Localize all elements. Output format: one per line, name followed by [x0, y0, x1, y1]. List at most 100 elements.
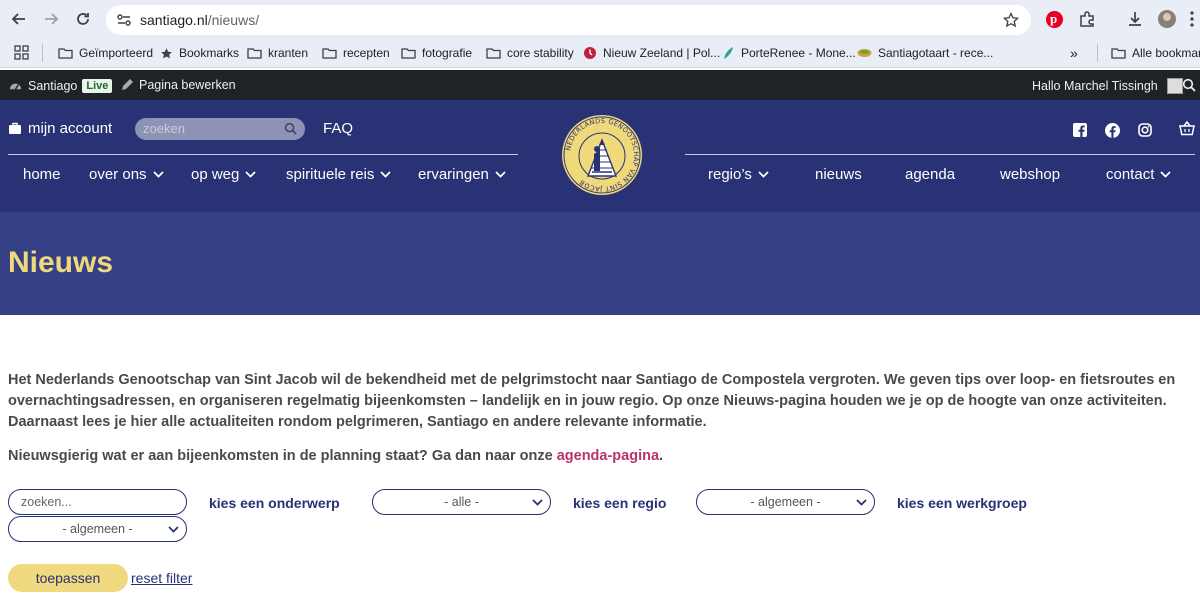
intro-line: overnachtingsadressen, en organiseren re…	[8, 393, 1167, 409]
chevron-down-icon	[380, 171, 392, 178]
divider	[685, 154, 1195, 155]
bookmark-label: core stability	[507, 46, 574, 60]
bookmark-link[interactable]: Nieuw Zeeland | Pol...	[583, 44, 720, 62]
agenda-paragraph: Nieuwsgierig wat er aan bijeenkomsten in…	[8, 448, 664, 464]
nav-home[interactable]: home	[23, 166, 61, 183]
page-hero: Nieuws	[0, 212, 1200, 315]
reload-icon[interactable]	[72, 8, 94, 30]
folder-icon	[58, 48, 73, 59]
bookmarks-overflow-button[interactable]: »	[1070, 44, 1078, 62]
nav-agenda[interactable]: agenda	[905, 166, 955, 183]
folder-icon	[401, 48, 416, 59]
address-bar[interactable]: santiago.nl/nieuws/	[106, 5, 1031, 35]
profile-avatar[interactable]	[1158, 10, 1176, 28]
page-title: Nieuws	[8, 246, 114, 279]
search-icon[interactable]	[1182, 78, 1196, 92]
bookmark-label: kranten	[268, 46, 309, 60]
bookmark-folder[interactable]: Bookmarks	[160, 44, 239, 62]
nav-contact[interactable]: contact	[1106, 166, 1172, 183]
bookmark-folder[interactable]: fotografie	[401, 44, 472, 62]
workgroup-select[interactable]: - algemeen -	[8, 516, 187, 542]
chevron-down-icon	[152, 171, 164, 178]
live-badge: Live	[82, 78, 113, 93]
workgroup-filter-label: kies een werkgroep	[897, 495, 1027, 511]
region-select[interactable]: - algemeen -	[696, 489, 875, 515]
chevron-down-icon	[1160, 171, 1172, 178]
forward-arrow-icon[interactable]	[40, 8, 62, 30]
bookmark-label: fotografie	[422, 46, 473, 60]
bookmark-label: Geïmporteerd	[79, 46, 154, 60]
folder-icon	[322, 48, 337, 59]
site-settings-icon[interactable]	[116, 13, 132, 27]
star-icon[interactable]	[1003, 12, 1019, 28]
divider	[8, 154, 518, 155]
intro-paragraph: Het Nederlands Genootschap van Sint Jaco…	[8, 370, 1188, 433]
all-bookmarks-folder[interactable]: Alle bookmarks	[1111, 44, 1200, 62]
bookmarks-bar: Geïmporteerd Bookmarks kranten recepten …	[0, 38, 1200, 68]
bookmark-label: Nieuw Zeeland | Pol...	[603, 46, 721, 60]
bookmark-folder[interactable]: Geïmporteerd	[58, 44, 153, 62]
pencil-icon	[122, 79, 133, 90]
intro-line: Het Nederlands Genootschap van Sint Jaco…	[8, 372, 1176, 388]
nav-ervaringen[interactable]: ervaringen	[418, 166, 506, 183]
reset-filter-link[interactable]: reset filter	[131, 570, 192, 586]
folder-icon	[486, 48, 501, 59]
admin-site-link[interactable]: Santiago Live	[8, 78, 113, 93]
chevron-down-icon	[245, 171, 257, 178]
nav-webshop[interactable]: webshop	[1000, 166, 1060, 183]
bookmark-link[interactable]: PorteRenee - Mone...	[721, 44, 856, 62]
faq-link[interactable]: FAQ	[323, 120, 353, 137]
chevron-down-icon	[495, 171, 506, 178]
nav-regios[interactable]: regio’s	[708, 166, 769, 183]
avatar	[1166, 78, 1183, 94]
edit-page-link[interactable]: Pagina bewerken	[120, 78, 236, 92]
bookmark-label: Santiagotaart - rece...	[878, 46, 994, 60]
admin-account-menu[interactable]: Hallo Marchel Tissingh	[1032, 78, 1183, 94]
intro-line: Daarnaast lees je hier alle actualiteite…	[8, 414, 707, 430]
bookmark-label: Alle bookmarks	[1132, 46, 1200, 60]
apply-filter-button[interactable]: toepassen	[8, 564, 128, 592]
chevron-down-icon	[168, 526, 179, 533]
chevron-down-icon	[532, 499, 543, 506]
bookmark-folder[interactable]: core stability	[486, 44, 574, 62]
bookmark-link[interactable]: Santiagotaart - rece...	[857, 44, 993, 62]
nav-op-weg[interactable]: op weg	[191, 166, 257, 183]
url-text: santiago.nl/nieuws/	[140, 12, 260, 28]
star-icon	[161, 47, 172, 58]
browser-toolbar: santiago.nl/nieuws/ p	[0, 0, 1200, 38]
search-icon[interactable]	[284, 122, 297, 135]
download-icon[interactable]	[1126, 10, 1144, 28]
bookmark-folder[interactable]: recepten	[322, 44, 390, 62]
chevron-down-icon	[856, 499, 867, 506]
topic-select[interactable]: - alle -	[372, 489, 551, 515]
bookmark-label: recepten	[343, 46, 390, 60]
agenda-link[interactable]: agenda-pagina	[557, 448, 659, 464]
facebook-circle-icon[interactable]	[1105, 123, 1120, 138]
header-search-input[interactable]: zoeken	[135, 118, 305, 140]
bookmark-label: PorteRenee - Mone...	[741, 46, 856, 60]
extensions-icon[interactable]	[1078, 10, 1096, 28]
clock-site-icon	[584, 47, 596, 59]
back-arrow-icon[interactable]	[8, 8, 30, 30]
account-link[interactable]: mijn account	[8, 120, 112, 137]
nav-nieuws[interactable]: nieuws	[815, 166, 862, 183]
cake-site-icon	[857, 49, 872, 57]
instagram-icon[interactable]	[1138, 123, 1152, 137]
news-search-input[interactable]: zoeken...	[8, 489, 187, 515]
site-logo[interactable]: NEDERLANDS GENOOTSCHAP VAN SINT JACOB	[561, 114, 643, 196]
nav-over-ons[interactable]: over ons	[89, 166, 164, 183]
bookmark-label: Bookmarks	[179, 46, 240, 60]
bookmark-folder[interactable]: kranten	[247, 44, 308, 62]
nav-spirituele-reis[interactable]: spirituele reis	[286, 166, 392, 183]
pinterest-icon[interactable]: p	[1046, 11, 1063, 28]
dashboard-gauge-icon	[9, 83, 22, 90]
region-filter-label: kies een regio	[573, 495, 667, 511]
shopping-basket-icon[interactable]	[1179, 121, 1195, 136]
folder-icon	[247, 48, 262, 59]
briefcase-icon	[9, 122, 21, 134]
wp-admin-bar: Santiago Live Pagina bewerken Hallo Marc…	[0, 70, 1200, 100]
facebook-square-icon[interactable]	[1073, 123, 1087, 137]
topic-filter-label: kies een onderwerp	[209, 495, 340, 511]
apps-grid-icon[interactable]	[14, 45, 30, 61]
menu-dots-icon[interactable]	[1189, 10, 1195, 28]
